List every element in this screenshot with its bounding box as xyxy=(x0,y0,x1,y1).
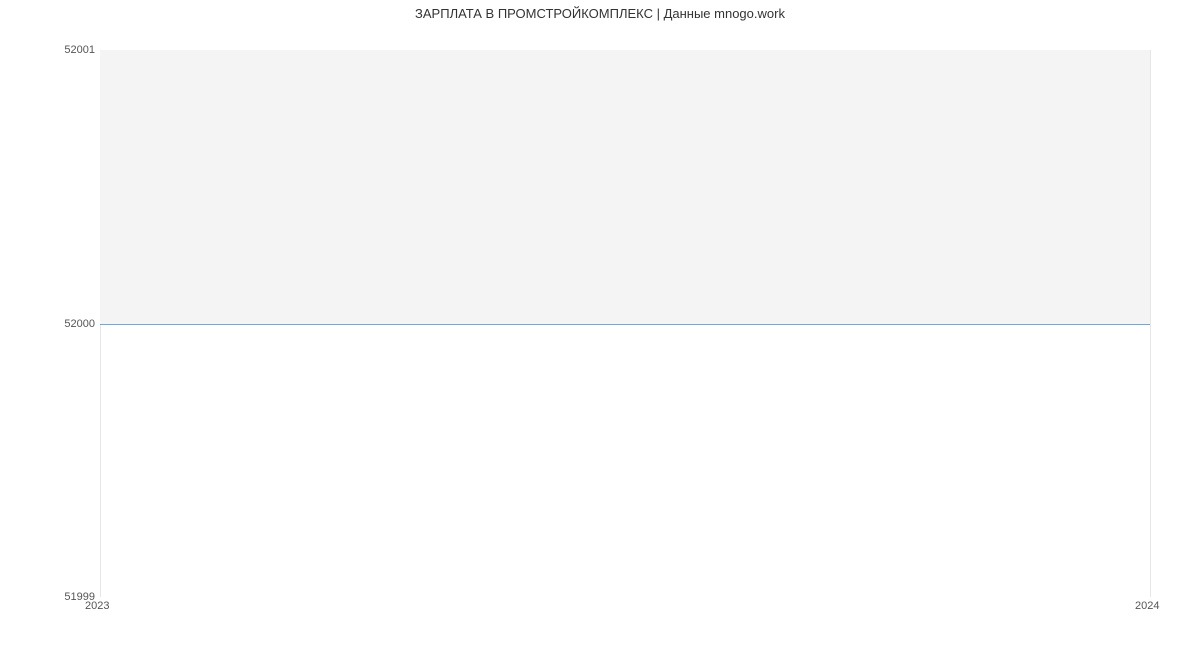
y-tick-label: 51999 xyxy=(5,591,95,603)
series-area-fill xyxy=(100,50,1150,324)
x-tick-label: 2023 xyxy=(85,600,109,612)
salary-area-chart: ЗАРПЛАТА В ПРОМСТРОЙКОМПЛЕКС | Данные mn… xyxy=(0,0,1200,620)
series-line xyxy=(100,324,1150,325)
x-tick-label: 2024 xyxy=(1135,600,1159,612)
plot-area xyxy=(100,50,1151,597)
y-tick-label: 52000 xyxy=(5,318,95,330)
chart-title: ЗАРПЛАТА В ПРОМСТРОЙКОМПЛЕКС | Данные mn… xyxy=(0,6,1200,21)
y-tick-label: 52001 xyxy=(5,44,95,56)
